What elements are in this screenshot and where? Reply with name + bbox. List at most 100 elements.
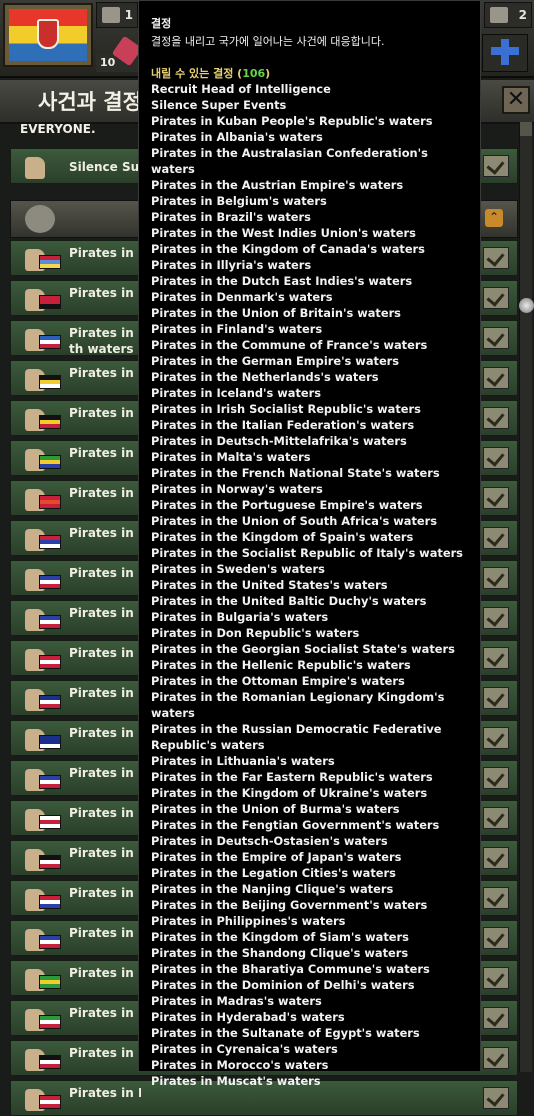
take-decision-check-icon[interactable]	[483, 607, 509, 629]
decision-name-item: Pirates in Bulgaria's waters	[151, 610, 329, 624]
country-flag-icon	[39, 415, 61, 429]
take-decision-check-icon[interactable]	[483, 727, 509, 749]
country-flag-icon	[39, 1055, 61, 1069]
decision-name-item: Pirates in the Romanian Legionary Kingdo…	[151, 690, 445, 720]
decision-label: Pirates in th waters	[69, 326, 134, 356]
panel-title: 사건과 결정	[38, 90, 142, 114]
decision-label: Silence Sup	[69, 160, 141, 174]
country-flag-icon	[39, 855, 61, 869]
take-decision-check-icon[interactable]	[483, 447, 509, 469]
decision-name-item: Pirates in the Italian Federation's wate…	[151, 418, 415, 432]
decision-name-item: Pirates in the German Empire's waters	[151, 354, 400, 368]
country-flag-icon	[39, 735, 61, 749]
take-decision-check-icon[interactable]	[483, 1007, 509, 1029]
country-flag-icon	[39, 575, 61, 589]
country-flag-icon	[39, 295, 61, 309]
decision-label: Pirates in th	[69, 1006, 141, 1020]
take-decision-check-icon[interactable]	[483, 967, 509, 989]
decision-name-item: Pirates in the Nanjing Clique's waters	[151, 882, 394, 896]
factory-resource[interactable]: 1	[96, 2, 138, 28]
decision-name-item: Pirates in the Commune of France's water…	[151, 338, 428, 352]
decision-name-item: Pirates in Philippines's waters	[151, 914, 346, 928]
take-decision-check-icon[interactable]	[483, 327, 509, 349]
decision-label: Pirates in Ic	[69, 926, 141, 940]
decision-name-item: Pirates in Finland's waters	[151, 322, 323, 336]
take-decision-check-icon[interactable]	[483, 1087, 509, 1109]
decision-name-item: Pirates in the Far Eastern Republic's wa…	[151, 770, 433, 784]
take-decision-check-icon[interactable]	[483, 287, 509, 309]
country-flag-button[interactable]	[3, 3, 93, 67]
take-decision-check-icon[interactable]	[483, 847, 509, 869]
silence-icon	[25, 157, 45, 179]
decision-label: Pirates in Fi	[69, 726, 141, 740]
coat-of-arms-icon	[37, 19, 59, 49]
take-decision-check-icon[interactable]	[483, 1047, 509, 1069]
decision-name-item: Pirates in Sweden's waters	[151, 562, 325, 576]
stockpile-count: 2	[518, 8, 527, 22]
take-decision-check-icon[interactable]	[483, 807, 509, 829]
take-decision-check-icon[interactable]	[483, 767, 509, 789]
decision-name-item: Pirates in Lithuania's waters	[151, 754, 335, 768]
decision-name-item: Pirates in Brazil's waters	[151, 210, 311, 224]
take-decision-check-icon[interactable]	[483, 687, 509, 709]
decision-name-item: Pirates in Morocco's waters	[151, 1058, 329, 1072]
decision-name-item: Pirates in the Union of South Africa's w…	[151, 514, 438, 528]
decision-label: Pirates in D	[69, 646, 141, 660]
decision-name-item: Pirates in the Dutch East Indies's water…	[151, 274, 413, 288]
decision-name-item: Pirates in the United Baltic Duchy's wat…	[151, 594, 427, 608]
scroll-up-arrow-icon[interactable]	[520, 122, 532, 136]
decision-name-item: Pirates in Cyrenaica's waters	[151, 1042, 338, 1056]
decision-name-item: Pirates in the Shandong Clique's waters	[151, 946, 409, 960]
take-decision-check-icon[interactable]	[483, 367, 509, 389]
decision-name-item: Pirates in the Sultanate of Egypt's wate…	[151, 1026, 420, 1040]
decision-label: Pirates in Il	[69, 566, 141, 580]
decision-name-item: Pirates in Don Republic's waters	[151, 626, 360, 640]
megaphone-icon	[25, 205, 55, 233]
decision-name-item: Pirates in Madras's waters	[151, 994, 322, 1008]
country-flag-icon	[39, 615, 61, 629]
decision-label: Pirates in th	[69, 606, 141, 620]
decision-name-item: Pirates in Albania's waters	[151, 130, 323, 144]
available-decisions-count: 내릴 수 있는 결정 (106)	[151, 67, 271, 80]
take-decision-check-icon[interactable]	[483, 487, 509, 509]
country-flag-icon	[39, 535, 61, 549]
decision-name-item: Pirates in the Hellenic Republic's water…	[151, 658, 411, 672]
take-decision-check-icon[interactable]	[483, 647, 509, 669]
take-decision-check-icon[interactable]	[483, 567, 509, 589]
take-decision-check-icon[interactable]	[483, 247, 509, 269]
decision-label: Pirates in th	[69, 806, 141, 820]
decision-name-item: Pirates in the West Indies Union's water…	[151, 226, 416, 240]
decision-name-item: Pirates in the Russian Democratic Federa…	[151, 722, 442, 752]
factory-icon	[102, 7, 120, 23]
decision-name-item: Pirates in Norway's waters	[151, 482, 323, 496]
factory-count: 1	[124, 8, 133, 22]
tooltip-title: 결정	[151, 17, 172, 30]
take-decision-check-icon[interactable]	[483, 927, 509, 949]
decision-name-item: Pirates in the Union of Britain's waters	[151, 306, 401, 320]
stockpile-resource[interactable]: 2	[484, 2, 532, 28]
take-decision-check-icon[interactable]	[483, 527, 509, 549]
decision-name-item: Pirates in Kuban People's Republic's wat…	[151, 114, 433, 128]
decision-name-item: Pirates in the Bharatiya Commune's water…	[151, 962, 430, 976]
decision-name-item: Recruit Head of Intelligence	[151, 82, 331, 96]
country-flag-icon	[39, 455, 61, 469]
decision-label: Pirates in th	[69, 686, 141, 700]
country-flag-icon	[39, 655, 61, 669]
take-decision-check-icon[interactable]	[483, 155, 509, 177]
close-icon[interactable]: ✕	[502, 86, 530, 114]
take-decision-check-icon[interactable]	[483, 407, 509, 429]
decision-label: Pirates in D	[69, 1046, 141, 1060]
collapse-icon[interactable]: ⌃	[485, 209, 503, 227]
air-menu-button[interactable]	[482, 34, 528, 72]
decision-name-item: Pirates in the Australasian Confederatio…	[151, 146, 428, 176]
decision-name-item: Pirates in the Netherlands's waters	[151, 370, 379, 384]
decision-name-item: Pirates in Denmark's waters	[151, 290, 333, 304]
decision-name-item: Pirates in Hyderabad's waters	[151, 1010, 345, 1024]
decision-name-item: Pirates in the Socialist Republic of Ita…	[151, 546, 463, 560]
take-decision-check-icon[interactable]	[483, 887, 509, 909]
decision-name-item: Pirates in the Kingdom of Canada's water…	[151, 242, 425, 256]
decision-name-item: Pirates in the Georgian Socialist State'…	[151, 642, 455, 656]
decision-name-item: Pirates in Deutsch-Mittelafrika's waters	[151, 434, 407, 448]
panel-subtitle: EVERYONE.	[20, 122, 96, 136]
decision-label: Pirates in th	[69, 846, 141, 860]
